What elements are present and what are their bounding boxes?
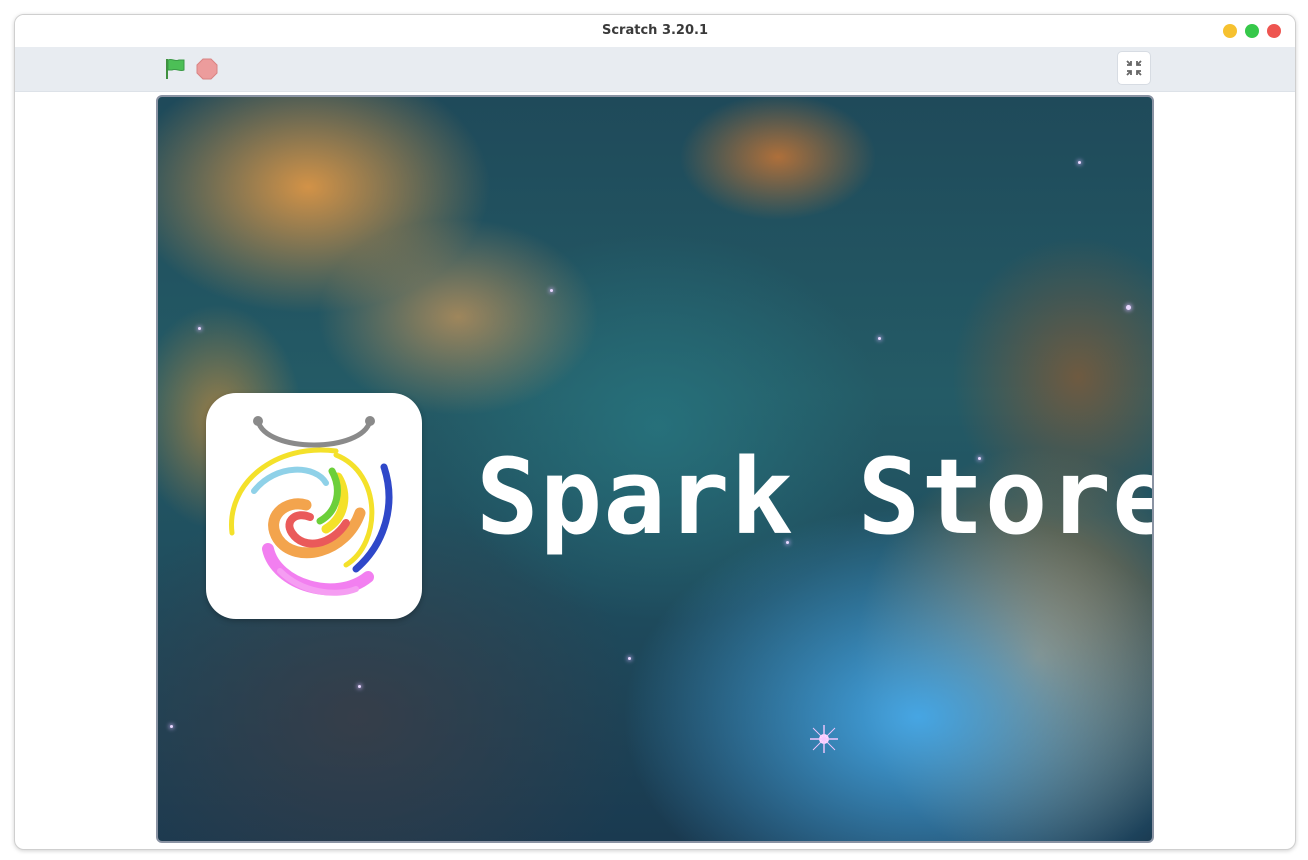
green-flag-icon[interactable] bbox=[163, 57, 187, 81]
star bbox=[170, 725, 173, 728]
minimize-button[interactable] bbox=[1223, 24, 1237, 38]
spark-store-logo[interactable] bbox=[206, 393, 422, 619]
star bbox=[198, 327, 201, 330]
title-bar: Scratch 3.20.1 bbox=[15, 15, 1295, 47]
star bbox=[1126, 305, 1131, 310]
stage-canvas[interactable]: Spark Store bbox=[156, 95, 1154, 843]
bright-star-icon bbox=[810, 725, 838, 753]
shopping-bag-swirl-icon bbox=[229, 416, 393, 596]
close-button[interactable] bbox=[1267, 24, 1281, 38]
star bbox=[628, 657, 631, 660]
exit-fullscreen-button[interactable] bbox=[1117, 51, 1151, 85]
star bbox=[550, 289, 553, 292]
star bbox=[358, 685, 361, 688]
window-title: Scratch 3.20.1 bbox=[601, 23, 708, 38]
spark-store-title: Spark Store bbox=[476, 436, 1154, 558]
exit-fullscreen-icon bbox=[1126, 60, 1142, 76]
maximize-button[interactable] bbox=[1245, 24, 1259, 38]
star bbox=[1078, 161, 1081, 164]
star bbox=[878, 337, 881, 340]
stage-toolbar bbox=[15, 47, 1295, 92]
scratch-window: Scratch 3.20.1 Spark Store bbox=[14, 14, 1296, 850]
stop-icon[interactable] bbox=[196, 58, 218, 80]
